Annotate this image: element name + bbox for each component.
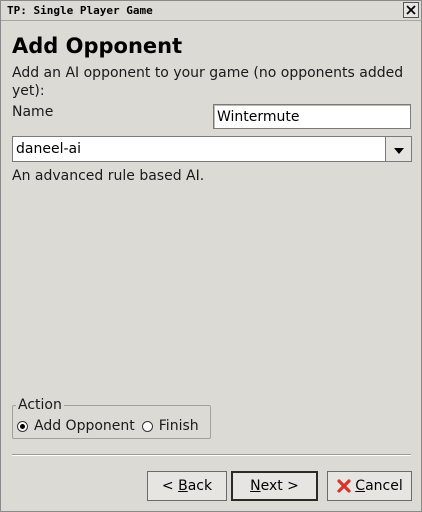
name-label: Name bbox=[12, 104, 54, 120]
cancel-button[interactable]: Cancel bbox=[327, 471, 412, 501]
close-icon bbox=[406, 5, 416, 15]
ai-select[interactable]: daneel-ai bbox=[12, 136, 412, 162]
action-legend: Action bbox=[16, 397, 64, 413]
radio-add-opponent-label: Add Opponent bbox=[34, 418, 135, 434]
radio-indicator-checked[interactable] bbox=[17, 420, 28, 432]
page-title: Add Opponent bbox=[12, 34, 183, 58]
radio-add-opponent[interactable]: Add Opponent bbox=[17, 418, 135, 434]
window-title: TP: Single Player Game bbox=[7, 4, 153, 17]
radio-finish[interactable]: Finish bbox=[141, 418, 199, 434]
ai-description: An advanced rule based AI. bbox=[12, 168, 205, 184]
ai-select-value[interactable]: daneel-ai bbox=[12, 136, 385, 162]
next-button[interactable]: Next > bbox=[231, 471, 318, 501]
cancel-button-label: Cancel bbox=[355, 478, 403, 494]
divider bbox=[12, 454, 411, 456]
back-button-label: < Back bbox=[161, 478, 213, 494]
name-input[interactable] bbox=[213, 104, 411, 129]
title-bar[interactable]: TP: Single Player Game bbox=[1, 1, 421, 21]
close-button[interactable] bbox=[403, 2, 419, 18]
dialog-window: TP: Single Player Game Add Opponent Add … bbox=[0, 0, 422, 512]
radio-finish-label: Finish bbox=[158, 418, 199, 434]
cancel-x-icon bbox=[336, 478, 352, 494]
page-description: Add an AI opponent to your game (no oppo… bbox=[12, 65, 404, 99]
ai-select-dropdown-button[interactable] bbox=[385, 136, 412, 162]
action-radio-row: Add Opponent Finish bbox=[17, 418, 206, 434]
action-group: Action Add Opponent Finish bbox=[12, 397, 211, 439]
back-button[interactable]: < Back bbox=[147, 471, 227, 501]
next-button-label: Next > bbox=[250, 478, 299, 494]
chevron-down-icon bbox=[393, 140, 405, 159]
radio-indicator[interactable] bbox=[141, 420, 153, 432]
cancel-button-content: Cancel bbox=[336, 478, 403, 494]
